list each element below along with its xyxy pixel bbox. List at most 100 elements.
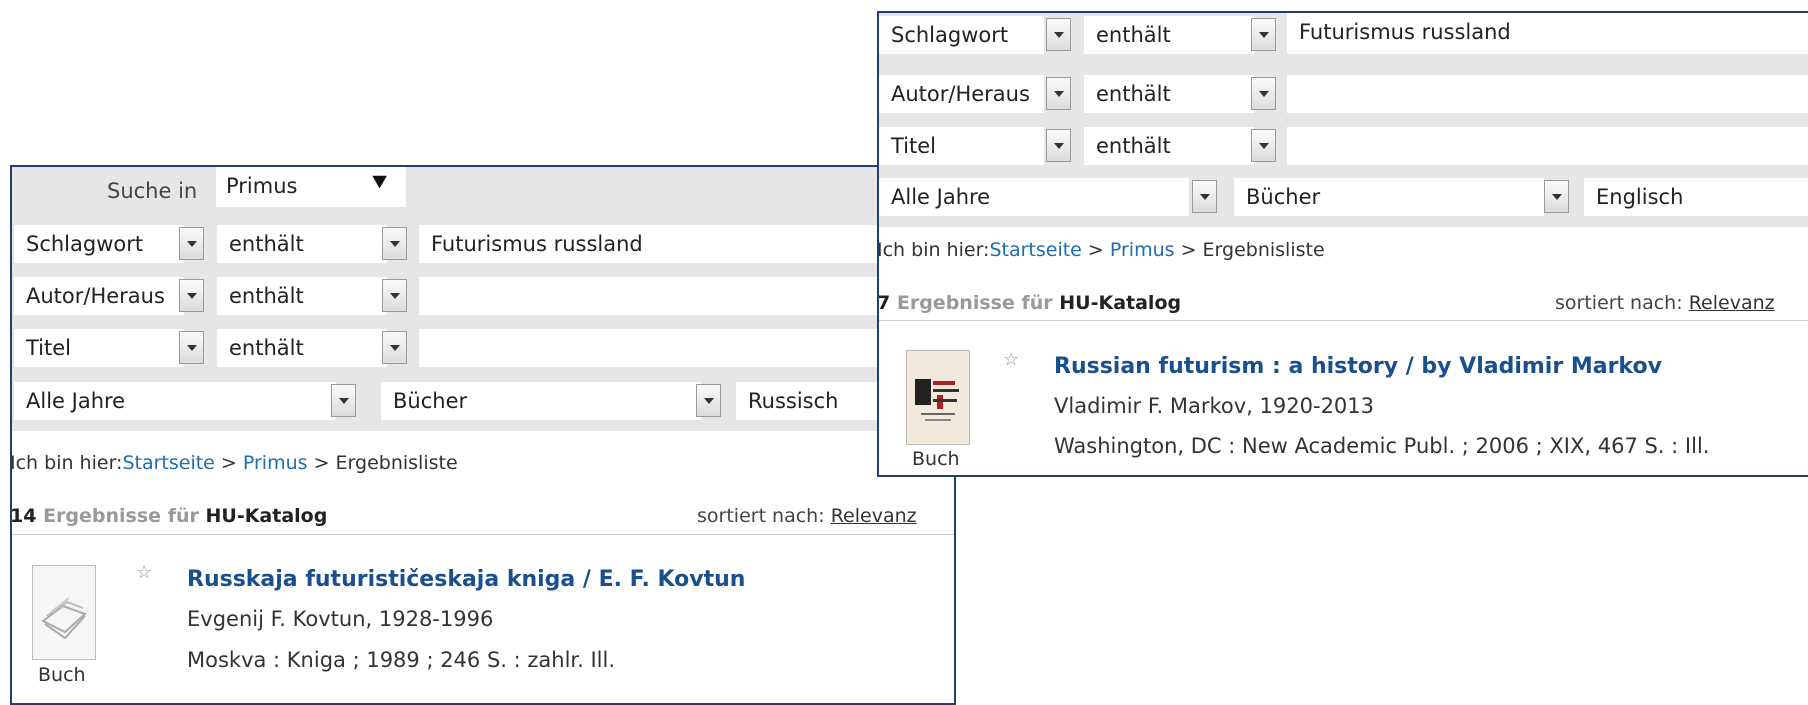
operator-label: enthält bbox=[229, 284, 304, 308]
criteria-row-title: Titel enthält bbox=[879, 120, 1808, 173]
divider bbox=[12, 534, 954, 535]
search-term-value: Futurismus russland bbox=[431, 232, 643, 256]
result-count-number: 7 bbox=[877, 292, 891, 314]
field-select-author[interactable]: Autor/Heraus bbox=[14, 277, 184, 315]
sort-label: sortiert nach: bbox=[697, 505, 825, 527]
search-term-input-author[interactable] bbox=[419, 277, 954, 315]
dropdown-arrow-icon[interactable] bbox=[382, 227, 407, 260]
field-select-author[interactable]: Autor/Heraus bbox=[879, 75, 1044, 113]
operator-select-subject[interactable]: enthält bbox=[1084, 16, 1254, 54]
dropdown-arrow-icon[interactable] bbox=[1544, 180, 1569, 213]
star-outline-icon[interactable]: ☆ bbox=[136, 562, 152, 583]
dropdown-arrow-icon[interactable] bbox=[1046, 77, 1071, 110]
divider bbox=[879, 320, 1808, 321]
search-in-row: Suche in Primus ⯆ bbox=[12, 167, 954, 215]
filter-row: Alle Jahre Bücher Englisch bbox=[879, 173, 1808, 227]
dropdown-arrow-icon[interactable] bbox=[1046, 129, 1071, 162]
catalog-name: HU-Katalog bbox=[1059, 292, 1182, 314]
search-panel-englisch: Schlagwort enthält Futurismus russland A… bbox=[877, 11, 1808, 477]
field-select-label: Autor/Heraus bbox=[26, 284, 165, 308]
operator-select-title[interactable]: enthält bbox=[217, 329, 387, 367]
format-label: Buch bbox=[38, 664, 86, 686]
field-select-label: Titel bbox=[891, 134, 937, 158]
search-term-input-author[interactable] bbox=[1287, 75, 1808, 113]
type-filter-select[interactable]: Bücher bbox=[1234, 178, 1544, 216]
book-cover-thumbnail[interactable] bbox=[906, 350, 970, 445]
breadcrumb-link-home[interactable]: Startseite bbox=[989, 239, 1081, 261]
result-count: 7 Ergebnisse für HU-Katalog bbox=[877, 292, 1182, 314]
field-select-label: Schlagwort bbox=[891, 23, 1009, 47]
search-term-value: Futurismus russland bbox=[1299, 20, 1511, 44]
type-filter-value: Bücher bbox=[393, 389, 468, 413]
operator-label: enthält bbox=[1096, 23, 1171, 47]
sort-relevance-link[interactable]: Relevanz bbox=[831, 505, 917, 527]
operator-label: enthält bbox=[1096, 82, 1171, 106]
breadcrumb-separator: > bbox=[1081, 239, 1110, 261]
operator-select-subject[interactable]: enthält bbox=[217, 225, 387, 263]
format-label: Buch bbox=[912, 448, 960, 470]
year-filter-select[interactable]: Alle Jahre bbox=[879, 178, 1189, 216]
operator-select-author[interactable]: enthält bbox=[217, 277, 387, 315]
breadcrumb-link-primus[interactable]: Primus bbox=[1110, 239, 1175, 261]
breadcrumb-current: Ergebnisliste bbox=[1202, 239, 1325, 261]
filter-row: Alle Jahre Bücher Russisch bbox=[12, 377, 954, 431]
search-term-input-title[interactable] bbox=[1287, 127, 1808, 165]
result-title-link[interactable]: Russian futurism : a history / by Vladim… bbox=[1054, 354, 1662, 379]
search-panel-russisch: Suche in Primus ⯆ Schlagwort enthält Fut… bbox=[10, 165, 956, 705]
dropdown-arrow-icon[interactable] bbox=[1046, 18, 1071, 51]
search-term-input-title[interactable] bbox=[419, 329, 954, 367]
dropdown-arrow-icon[interactable] bbox=[696, 384, 721, 417]
result-imprint: Washington, DC : New Academic Publ. ; 20… bbox=[1054, 434, 1710, 458]
breadcrumb-link-home[interactable]: Startseite bbox=[122, 452, 214, 474]
operator-label: enthält bbox=[229, 232, 304, 256]
field-select-subject[interactable]: Schlagwort bbox=[879, 16, 1044, 54]
language-filter-value: Russisch bbox=[748, 389, 839, 413]
dropdown-arrow-icon[interactable] bbox=[382, 331, 407, 364]
operator-label: enthält bbox=[1096, 134, 1171, 158]
year-filter-select[interactable]: Alle Jahre bbox=[14, 382, 336, 420]
book-cover-thumbnail[interactable] bbox=[32, 565, 96, 660]
dropdown-arrow-icon[interactable] bbox=[1251, 18, 1276, 51]
sort-control: sortiert nach: Relevanz bbox=[697, 505, 917, 527]
dropdown-arrow-icon[interactable] bbox=[382, 279, 407, 312]
dropdown-arrow-icon[interactable] bbox=[179, 331, 204, 364]
dropdown-arrow-icon[interactable] bbox=[331, 384, 356, 417]
book-cover-image bbox=[915, 379, 959, 421]
operator-select-title[interactable]: enthält bbox=[1084, 127, 1254, 165]
type-filter-select[interactable]: Bücher bbox=[381, 382, 701, 420]
sort-relevance-link[interactable]: Relevanz bbox=[1689, 292, 1775, 314]
dropdown-arrow-icon[interactable] bbox=[1192, 180, 1217, 213]
dropdown-arrow-icon[interactable] bbox=[1251, 129, 1276, 162]
result-title-link[interactable]: Russkaja futurističeskaja kniga / E. F. … bbox=[187, 567, 745, 592]
result-count-label: Ergebnisse bbox=[896, 292, 1015, 314]
operator-label: enthält bbox=[229, 336, 304, 360]
field-select-subject[interactable]: Schlagwort bbox=[14, 225, 184, 263]
breadcrumb-separator: > bbox=[214, 452, 243, 474]
search-term-input-subject[interactable]: Futurismus russland bbox=[1287, 13, 1808, 54]
dropdown-arrow-icon[interactable] bbox=[179, 227, 204, 260]
dropdown-arrow-icon[interactable] bbox=[1251, 77, 1276, 110]
field-select-title[interactable]: Titel bbox=[879, 127, 1044, 165]
field-select-label: Schlagwort bbox=[26, 232, 144, 256]
language-filter-value: Englisch bbox=[1596, 185, 1684, 209]
result-count-label: Ergebnisse bbox=[43, 505, 162, 527]
double-chevron-down-icon[interactable]: ⯆ bbox=[370, 169, 389, 197]
criteria-row-author: Autor/Heraus enthält bbox=[12, 270, 954, 322]
field-select-label: Titel bbox=[26, 336, 72, 360]
breadcrumb: Ich bin hier:Startseite > Primus > Ergeb… bbox=[879, 239, 1325, 261]
breadcrumb-prefix: Ich bin hier: bbox=[10, 452, 123, 474]
criteria-row-subject: Schlagwort enthält Futurismus russland bbox=[879, 13, 1808, 65]
breadcrumb-current: Ergebnisliste bbox=[335, 452, 458, 474]
breadcrumb-link-primus[interactable]: Primus bbox=[243, 452, 308, 474]
dropdown-arrow-icon[interactable] bbox=[179, 279, 204, 312]
search-term-input-subject[interactable]: Futurismus russland bbox=[419, 225, 954, 263]
result-author: Vladimir F. Markov, 1920-2013 bbox=[1054, 394, 1375, 418]
star-outline-icon[interactable]: ☆ bbox=[1003, 349, 1019, 370]
result-author: Evgenij F. Kovtun, 1928-1996 bbox=[187, 607, 494, 631]
operator-select-author[interactable]: enthält bbox=[1084, 75, 1254, 113]
field-select-title[interactable]: Titel bbox=[14, 329, 184, 367]
language-filter-select[interactable]: Englisch bbox=[1584, 178, 1808, 216]
search-in-label: Suche in bbox=[107, 179, 198, 203]
breadcrumb-separator: > bbox=[1174, 239, 1203, 261]
breadcrumb-separator: > bbox=[307, 452, 336, 474]
